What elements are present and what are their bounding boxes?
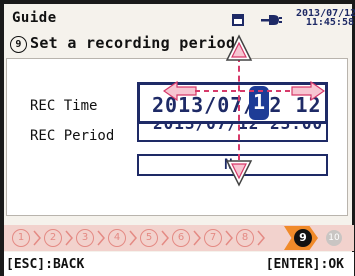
title-bar: Guide 2013/07/12 11:45:58 9 Set a recordi… <box>4 4 355 53</box>
ac-power-icon <box>261 15 282 25</box>
memory-card-icon <box>232 14 244 26</box>
step-number-badge: 9 <box>10 36 27 53</box>
rec-period-label: REC Period <box>30 128 115 144</box>
rec-time-label: REC Time <box>30 98 98 114</box>
arrow-up-icon <box>225 34 253 61</box>
step-title: 9 Set a recording period <box>10 34 235 53</box>
arrow-right-icon <box>291 81 325 101</box>
arrow-left-icon <box>163 81 197 101</box>
step-separator <box>65 230 73 246</box>
arrow-down-icon <box>225 160 253 187</box>
step-8: 8 <box>236 229 254 247</box>
step-5: 5 <box>140 229 158 247</box>
time-display: 11:45:58 <box>305 17 354 28</box>
esc-back-hint[interactable]: [ESC]:BACK <box>6 257 84 272</box>
step-separator <box>129 230 137 246</box>
step-6: 6 <box>172 229 190 247</box>
instrument-screen: Guide 2013/07/12 11:45:58 9 Set a recordi… <box>0 0 355 276</box>
step-3: 3 <box>76 229 94 247</box>
step-4: 4 <box>108 229 126 247</box>
step-separator <box>225 230 233 246</box>
step-separator <box>97 230 105 246</box>
step-separator <box>33 230 41 246</box>
datetime-display: 2013/07/12 11:45:58 <box>296 9 355 28</box>
step-1: 1 <box>12 229 30 247</box>
step-title-text: Set a recording period <box>30 34 236 52</box>
footer-bar: [ESC]:BACK [ENTER]:OK <box>4 252 354 276</box>
step-separator <box>257 230 265 246</box>
edit-cursor-digit: 1 <box>252 90 266 114</box>
enter-ok-hint[interactable]: [ENTER]:OK <box>266 257 344 272</box>
step-9-current: 9 <box>294 229 312 247</box>
arrow-horizontal-dashes <box>195 90 293 92</box>
step-10: 10 <box>326 230 342 246</box>
step-separator <box>161 230 169 246</box>
step-separator <box>193 230 201 246</box>
guide-line-vertical <box>238 56 240 160</box>
step-progress-bar: 1 2 3 4 5 6 7 8 9 10 <box>4 225 354 251</box>
rec-period-field[interactable]: 2013/07/12 23:00 <box>137 124 328 142</box>
app-title: Guide <box>12 10 57 26</box>
step-7: 7 <box>204 229 222 247</box>
step-2: 2 <box>44 229 62 247</box>
